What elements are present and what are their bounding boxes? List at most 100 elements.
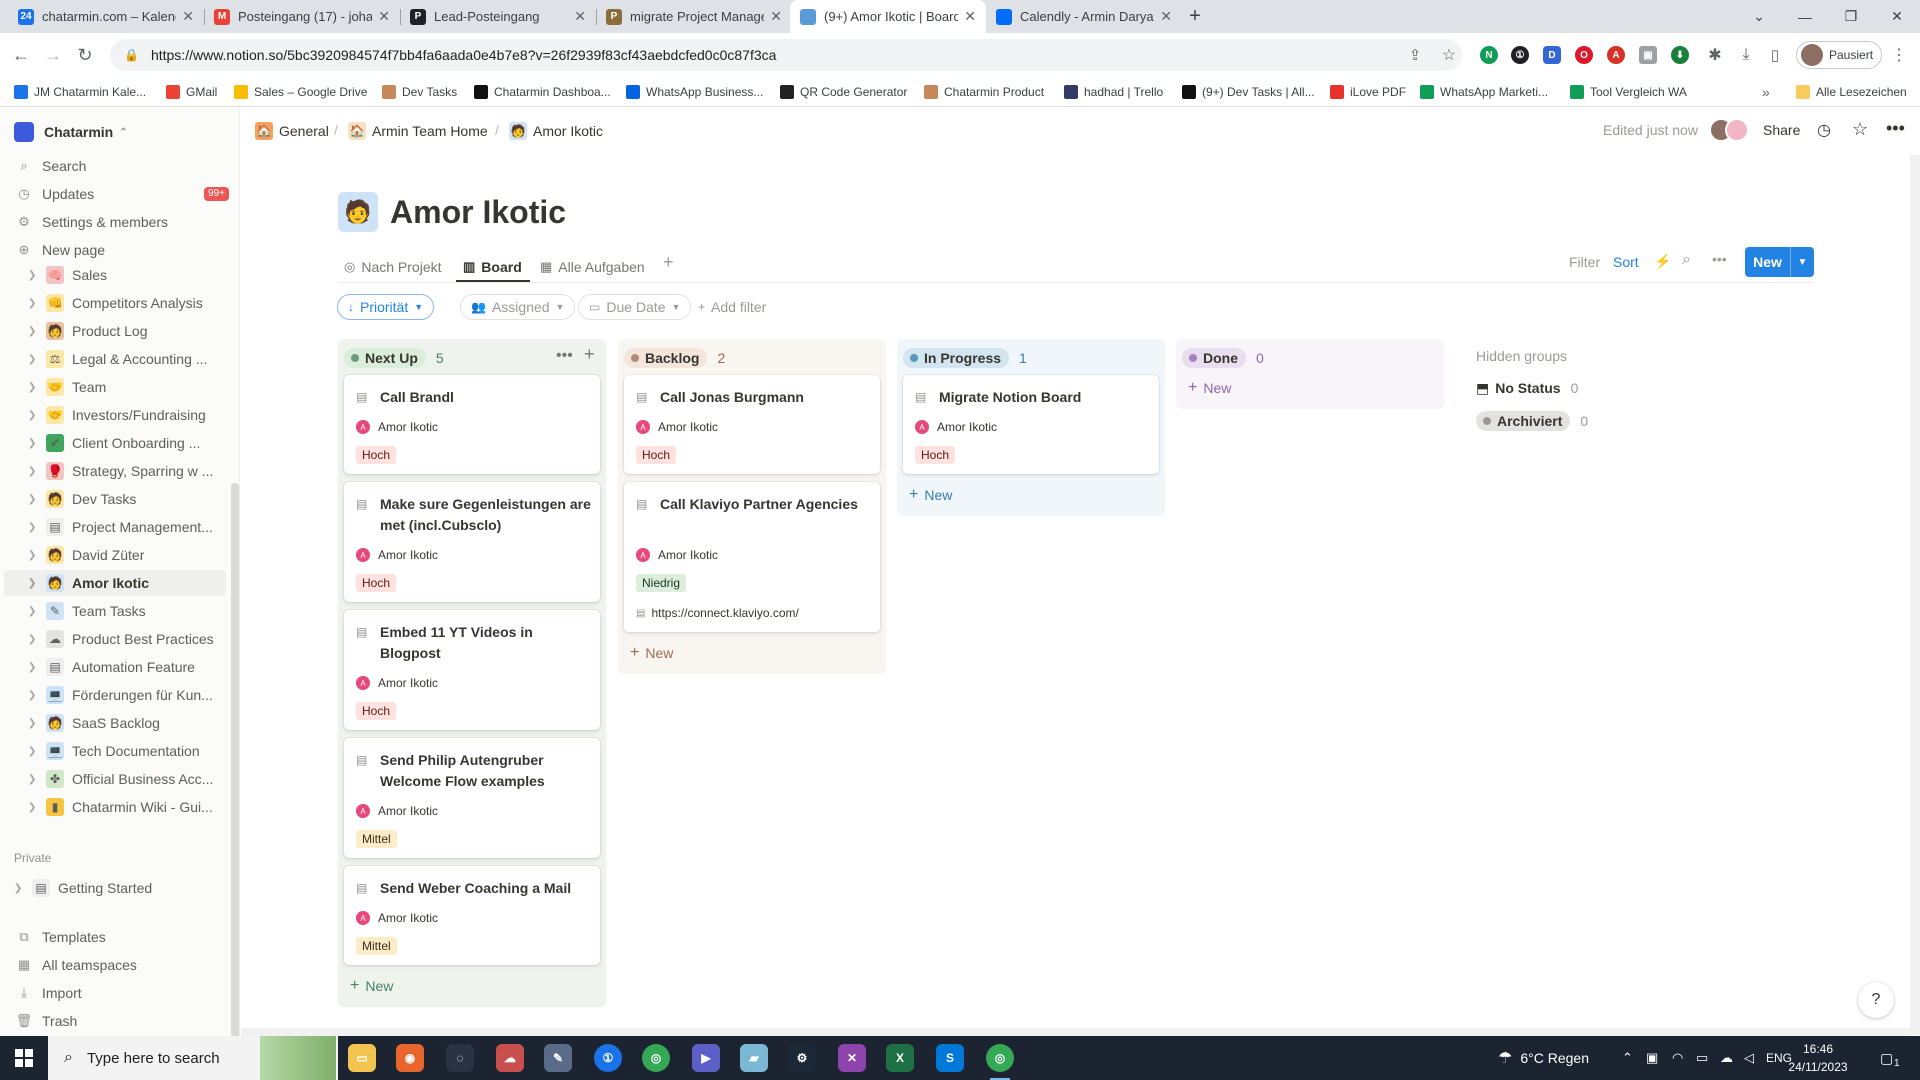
steam-icon[interactable]: ⚙: [788, 1044, 816, 1072]
chrome-icon[interactable]: ◎: [642, 1044, 670, 1072]
board-card[interactable]: ▤ Call Brandl A Amor Ikotic Hoch: [344, 375, 600, 474]
sidebar-page-competitors-analysis[interactable]: ❯ 👊 Competitors Analysis: [0, 290, 226, 316]
chevron-right-icon[interactable]: ❯: [28, 326, 42, 337]
sidebar-page-legal-accounting[interactable]: ❯ ⚖ Legal & Accounting ...: [0, 346, 226, 372]
chevron-right-icon[interactable]: ❯: [28, 522, 42, 533]
column-status-pill[interactable]: Done: [1182, 348, 1246, 368]
maximize-icon[interactable]: ❐: [1828, 0, 1874, 33]
sidebar-page-amor-ikotic[interactable]: ❯ 🧑 Amor Ikotic: [4, 570, 226, 596]
app-play-icon[interactable]: ▶: [692, 1044, 720, 1072]
column-new-button[interactable]: + New: [350, 975, 393, 997]
extension-adblock-icon[interactable]: A: [1607, 46, 1625, 64]
app-pen-icon[interactable]: ✎: [544, 1044, 572, 1072]
app-cloud-icon[interactable]: ☁: [496, 1044, 524, 1072]
new-dropdown-chevron-icon[interactable]: ▼: [1791, 257, 1814, 268]
chevron-right-icon[interactable]: ❯: [28, 410, 42, 421]
chevron-right-icon[interactable]: ❯: [28, 662, 42, 673]
extension-d-icon[interactable]: D: [1543, 46, 1561, 64]
sidebar-page-chatarmin-wiki-gui[interactable]: ❯ ▮ Chatarmin Wiki - Gui...: [0, 794, 226, 820]
history-clock-icon[interactable]: ◷: [1817, 120, 1831, 140]
bookmark-star-icon[interactable]: ☆: [1436, 42, 1462, 68]
page-emoji-icon[interactable]: 🧑: [338, 192, 378, 232]
weather-widget[interactable]: ☂ 6°C Regen: [1498, 1036, 1589, 1080]
board-card[interactable]: ▤ Embed 11 YT Videos in Blogpost A Amor Iko…: [344, 610, 600, 730]
sidebar-updates[interactable]: ◷ Updates 99+: [0, 181, 232, 207]
breadcrumb-item[interactable]: 🏠 General: [255, 122, 329, 140]
extension-1password-icon[interactable]: ①: [1511, 46, 1529, 64]
taskbar-clock[interactable]: 16:46 24/11/2023: [1788, 1040, 1848, 1076]
chevron-right-icon[interactable]: ❯: [28, 578, 42, 589]
sidebar-templates[interactable]: ⧉ Templates: [0, 924, 232, 950]
bookmark-item[interactable]: Tool Vergleich WA: [1570, 83, 1687, 101]
chevron-right-icon[interactable]: ❯: [28, 802, 42, 813]
filter-assigned[interactable]: 👥 Assigned ▼: [460, 294, 576, 320]
board-card[interactable]: ▤ Call Klaviyo Partner Agencies A Amor Ikot…: [624, 482, 880, 632]
bookmark-item[interactable]: QR Code Generator: [780, 83, 907, 101]
sidebar-page-sales[interactable]: ❯ 🧠 Sales: [0, 262, 226, 288]
sidebar-page-f-rderungen-f-r-kun[interactable]: ❯ 💻 Förderungen für Kun...: [0, 682, 226, 708]
sidebar-page-product-log[interactable]: ❯ 🧑 Product Log: [0, 318, 226, 344]
column-new-button[interactable]: + New: [909, 484, 952, 506]
bookmarks-overflow-icon[interactable]: »: [1762, 83, 1770, 101]
tray-chevron-up-icon[interactable]: ⌃: [1622, 1036, 1633, 1080]
page-vertical-scrollbar[interactable]: [1910, 155, 1920, 1035]
tray-cloud-icon[interactable]: ☁: [1720, 1036, 1733, 1080]
sidebar-page-investors-fundraising[interactable]: ❯ 🤝 Investors/Fundraising: [0, 402, 226, 428]
browser-tab[interactable]: 24 chatarmin.com – Kalender - Wo ✕: [8, 0, 204, 33]
filter-due-date[interactable]: ▭ Due Date ▼: [578, 294, 692, 320]
chevron-right-icon[interactable]: ❯: [28, 718, 42, 729]
tab-close-icon[interactable]: ✕: [378, 8, 390, 25]
sidebar-page-project-management[interactable]: ❯ ▤ Project Management...: [0, 514, 226, 540]
bookmark-item[interactable]: GMail: [166, 83, 217, 101]
sidebar-new-page[interactable]: ⊕ New page: [0, 237, 232, 263]
board-card[interactable]: ▤ Make sure Gegenleistungen are met (incl…: [344, 482, 600, 602]
view-tab-board[interactable]: ▥ Board: [463, 252, 522, 282]
column-status-pill[interactable]: Backlog: [624, 348, 708, 368]
bookmark-item[interactable]: Chatarmin Dashboa...: [474, 83, 611, 101]
side-panel-icon[interactable]: ▯: [1762, 42, 1788, 68]
skype-icon[interactable]: S: [936, 1044, 964, 1072]
browser-tab[interactable]: M Posteingang (17) - johannes@ch ✕: [204, 0, 400, 33]
chevron-right-icon[interactable]: ❯: [14, 883, 28, 894]
all-bookmarks-folder[interactable]: Alle Lesezeichen: [1796, 83, 1907, 101]
page-horizontal-scrollbar[interactable]: [241, 1028, 1910, 1036]
chevron-right-icon[interactable]: ❯: [28, 774, 42, 785]
share-page-icon[interactable]: ⇪: [1402, 42, 1428, 68]
close-window-icon[interactable]: ✕: [1874, 0, 1920, 33]
tab-search-chevron-icon[interactable]: ⌄: [1736, 0, 1782, 33]
sidebar-page-saas-backlog[interactable]: ❯ 🧑 SaaS Backlog: [0, 710, 226, 736]
minimize-icon[interactable]: —: [1782, 0, 1828, 33]
reload-icon[interactable]: ↻: [72, 42, 98, 68]
windows-start-icon[interactable]: [0, 1036, 48, 1080]
tab-close-icon[interactable]: ✕: [1160, 8, 1172, 25]
card-url[interactable]: ▤ https://connect.klaviyo.com/: [636, 604, 799, 622]
bookmark-item[interactable]: JM Chatarmin Kale...: [14, 83, 146, 101]
search-icon[interactable]: ⌕: [1682, 251, 1691, 269]
breadcrumb-item[interactable]: 🧑 Amor Ikotic: [509, 122, 603, 140]
extensions-puzzle-icon[interactable]: ✱: [1702, 42, 1728, 68]
extension-new-icon[interactable]: N: [1480, 46, 1498, 64]
sidebar-scrollbar[interactable]: [231, 483, 239, 1038]
automation-lightning-icon[interactable]: ⚡: [1654, 253, 1671, 270]
chevron-right-icon[interactable]: ❯: [28, 354, 42, 365]
bookmark-item[interactable]: Chatarmin Product: [924, 83, 1044, 101]
back-icon[interactable]: ←: [8, 42, 34, 68]
sidebar-page-tech-documentation[interactable]: ❯ 💻 Tech Documentation: [0, 738, 226, 764]
browser-tab[interactable]: (9+) Amor Ikotic | Board ✕: [790, 0, 986, 33]
forward-icon[interactable]: →: [40, 42, 66, 68]
sidebar-search[interactable]: ⌕ Search: [0, 153, 232, 179]
help-button[interactable]: ?: [1858, 982, 1894, 1018]
browser-tab[interactable]: Calendly - Armin Daryabegi ✕: [986, 0, 1182, 33]
breadcrumb-item[interactable]: 🏠 Armin Team Home: [348, 122, 488, 140]
sidebar-trash[interactable]: 🗑 Trash: [0, 1008, 232, 1034]
board-card[interactable]: ▤ Migrate Notion Board A Amor Ikotic Hoch: [903, 375, 1159, 474]
column-more-icon[interactable]: •••: [556, 347, 573, 369]
chevron-right-icon[interactable]: ❯: [28, 494, 42, 505]
profile-button[interactable]: Pausiert: [1796, 41, 1882, 69]
new-button[interactable]: New ▼: [1745, 247, 1814, 277]
column-new-button[interactable]: + New: [1188, 377, 1231, 399]
chevron-right-icon[interactable]: ❯: [28, 690, 42, 701]
chevron-right-icon[interactable]: ❯: [28, 634, 42, 645]
browser-tab[interactable]: Pmigrate Project Management to ✕: [596, 0, 792, 33]
new-tab-icon[interactable]: +: [1180, 0, 1210, 33]
